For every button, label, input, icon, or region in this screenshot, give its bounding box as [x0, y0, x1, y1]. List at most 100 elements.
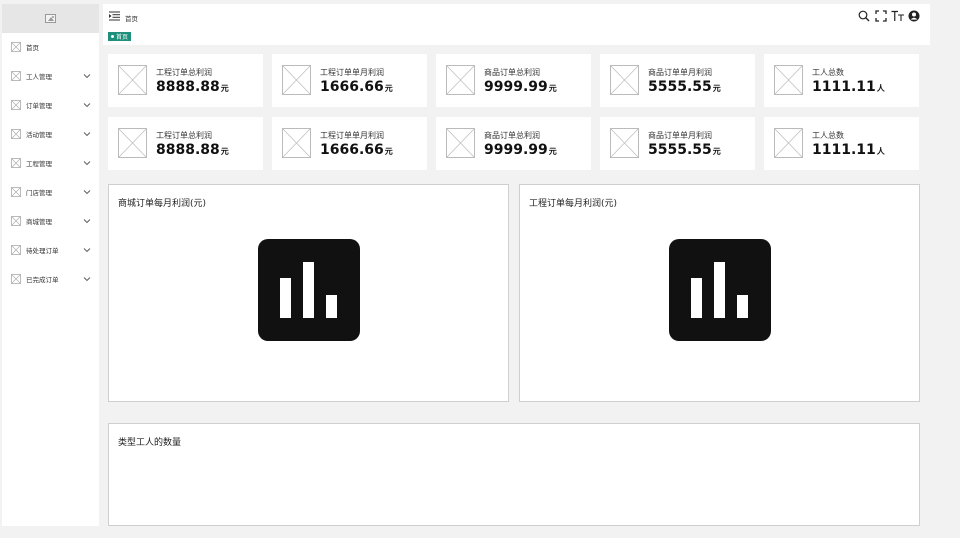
sidebar-item-mall[interactable]: 商城管理: [2, 211, 99, 231]
stat-unit: 元: [548, 84, 557, 93]
stat-card: 工程订单总利润 8888.88元: [108, 54, 263, 107]
stat-value: 8888.88元: [156, 79, 229, 95]
stat-label: 工人总数: [812, 68, 844, 77]
panel-title: 类型工人的数量: [118, 438, 182, 448]
stat-value: 9999.99元: [484, 79, 557, 95]
bar-chart-icon: [669, 239, 771, 341]
image-placeholder-icon: [446, 65, 475, 95]
stat-label: 商品订单总利润: [484, 68, 540, 77]
stat-value: 1111.11人: [812, 79, 885, 95]
breadcrumb[interactable]: 首页: [125, 13, 138, 23]
sidebar-item-workers[interactable]: 工人管理: [2, 66, 99, 86]
font-size-icon[interactable]: [891, 10, 905, 22]
stat-unit: 元: [220, 84, 229, 93]
image-placeholder-icon: [774, 128, 803, 158]
stat-label: 商品订单单月利润: [648, 131, 712, 140]
image-placeholder-icon: [11, 245, 21, 255]
sidebar: 首页 工人管理 订单管理 活动管理 工程管理 门店管理 商城管理 待处理订单 已…: [2, 4, 99, 526]
sidebar-item-label: 活动管理: [26, 131, 52, 139]
sidebar-item-activities[interactable]: 活动管理: [2, 124, 99, 144]
stat-card: 工程订单单月利润 1666.66元: [272, 54, 427, 107]
worker-types-panel: 类型工人的数量: [108, 423, 920, 526]
stat-value: 5555.55元: [648, 142, 721, 158]
stat-unit: 元: [384, 84, 393, 93]
chevron-down-icon: [83, 132, 91, 137]
sidebar-item-label: 工人管理: [26, 73, 52, 81]
image-placeholder-icon: [11, 129, 21, 139]
image-placeholder-icon: [774, 65, 803, 95]
stat-unit: 元: [384, 147, 393, 156]
stat-unit: 元: [712, 84, 721, 93]
image-placeholder-icon: [282, 128, 311, 158]
stat-value: 8888.88元: [156, 142, 229, 158]
sidebar-item-label: 工程管理: [26, 160, 52, 168]
stat-label: 工人总数: [812, 131, 844, 140]
stat-card: 工人总数 1111.11人: [764, 117, 919, 170]
image-placeholder-icon: [11, 71, 21, 81]
menu-toggle-icon[interactable]: [109, 11, 120, 21]
stat-label: 工程订单单月利润: [320, 131, 384, 140]
sidebar-item-label: 门店管理: [26, 189, 52, 197]
sidebar-item-label: 已完成订单: [26, 276, 59, 284]
image-placeholder-icon: [118, 65, 147, 95]
sidebar-item-pending-orders[interactable]: 待处理订单: [2, 240, 99, 260]
image-placeholder-icon: [11, 216, 21, 226]
stat-value: 5555.55元: [648, 79, 721, 95]
bar-chart-icon: [258, 239, 360, 341]
sidebar-item-stores[interactable]: 门店管理: [2, 182, 99, 202]
stat-label: 工程订单总利润: [156, 131, 212, 140]
stat-card: 工程订单单月利润 1666.66元: [272, 117, 427, 170]
chevron-down-icon: [83, 190, 91, 195]
stat-card: 商品订单单月利润 5555.55元: [600, 54, 755, 107]
stat-unit: 元: [220, 147, 229, 156]
sidebar-item-projects[interactable]: 工程管理: [2, 153, 99, 173]
chevron-down-icon: [83, 248, 91, 253]
tab-label: 首页: [116, 34, 129, 41]
stat-value: 9999.99元: [484, 142, 557, 158]
image-placeholder-icon: [11, 100, 21, 110]
chevron-down-icon: [83, 161, 91, 166]
stat-card: 商品订单总利润 9999.99元: [436, 54, 591, 107]
top-header: 首页 首页: [103, 4, 930, 45]
project-monthly-profit-panel: 工程订单每月利润(元): [519, 184, 920, 402]
stat-card: 商品订单单月利润 5555.55元: [600, 117, 755, 170]
image-placeholder-icon: [446, 128, 475, 158]
stat-unit: 人: [876, 147, 885, 156]
stat-label: 工程订单总利润: [156, 68, 212, 77]
logo[interactable]: [2, 4, 99, 33]
chevron-down-icon: [83, 74, 91, 79]
sidebar-item-label: 订单管理: [26, 102, 52, 110]
sidebar-item-label: 首页: [26, 44, 39, 52]
user-icon[interactable]: [908, 10, 920, 22]
image-placeholder-icon: [610, 65, 639, 95]
tab-home[interactable]: 首页: [108, 32, 132, 41]
stat-value: 1666.66元: [320, 142, 393, 158]
sidebar-item-label: 商城管理: [26, 218, 52, 226]
image-placeholder-icon: [11, 42, 21, 52]
search-icon[interactable]: [858, 10, 870, 22]
image-placeholder-icon: [11, 158, 21, 168]
active-dot-icon: [111, 35, 114, 38]
stat-unit: 人: [876, 84, 885, 93]
fullscreen-icon[interactable]: [875, 10, 887, 22]
image-placeholder-icon: [282, 65, 311, 95]
chevron-down-icon: [83, 277, 91, 282]
image-placeholder-icon: [45, 14, 56, 23]
chevron-down-icon: [83, 103, 91, 108]
image-placeholder-icon: [610, 128, 639, 158]
stat-unit: 元: [548, 147, 557, 156]
stat-card: 商品订单总利润 9999.99元: [436, 117, 591, 170]
stat-label: 商品订单单月利润: [648, 68, 712, 77]
image-placeholder-icon: [11, 187, 21, 197]
chevron-down-icon: [83, 219, 91, 224]
image-placeholder-icon: [11, 274, 21, 284]
stat-card: 工程订单总利润 8888.88元: [108, 117, 263, 170]
stat-label: 商品订单总利润: [484, 131, 540, 140]
sidebar-item-orders[interactable]: 订单管理: [2, 95, 99, 115]
panel-title: 工程订单每月利润(元): [529, 199, 618, 209]
sidebar-item-home[interactable]: 首页: [2, 37, 99, 57]
sidebar-item-completed-orders[interactable]: 已完成订单: [2, 269, 99, 289]
stat-value: 1111.11人: [812, 142, 885, 158]
stat-label: 工程订单单月利润: [320, 68, 384, 77]
stat-unit: 元: [712, 147, 721, 156]
